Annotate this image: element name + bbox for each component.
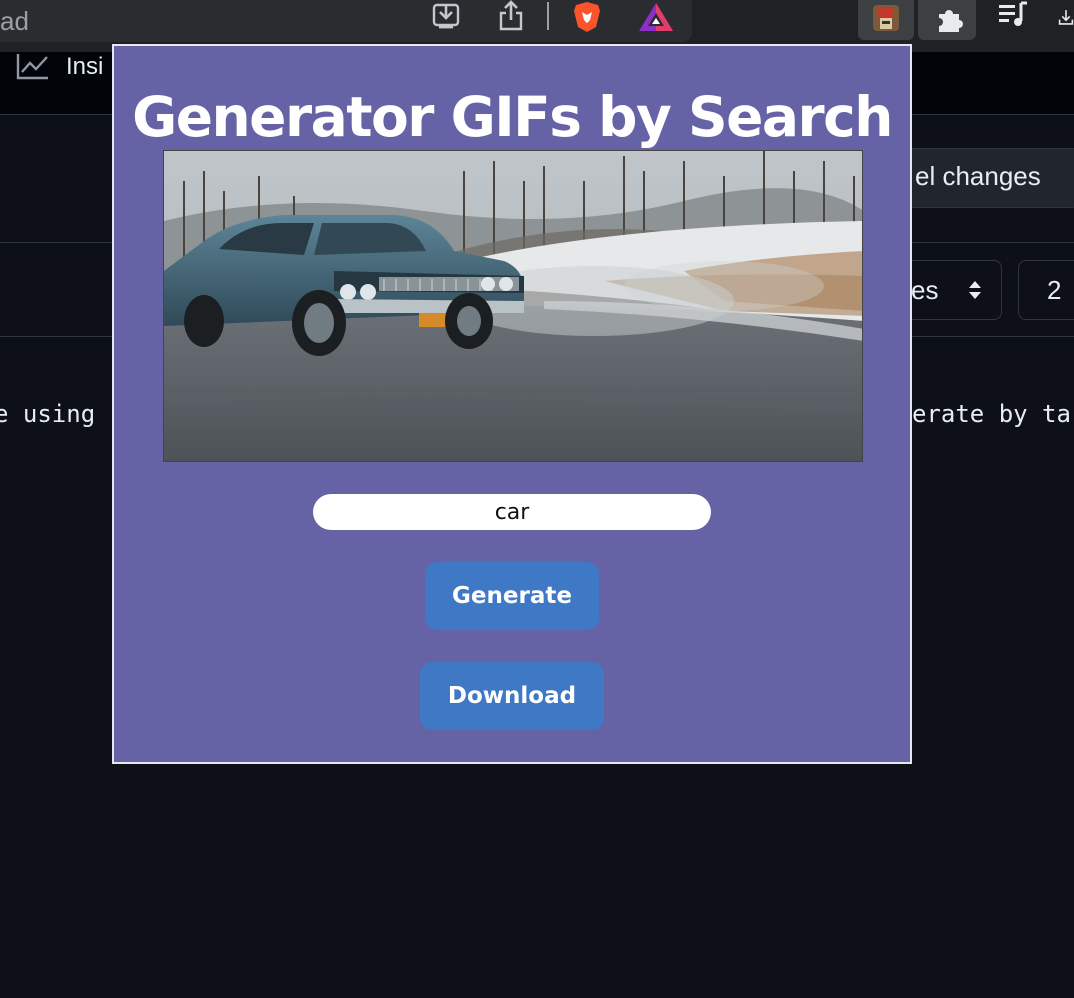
insights-graph-icon: [16, 54, 48, 80]
gif-extension-icon: [870, 2, 902, 34]
share-icon[interactable]: [496, 0, 526, 32]
gif-generator-popup: Generator GIFs by Search car Generate Do…: [112, 44, 912, 764]
popup-title: Generator GIFs by Search: [132, 85, 893, 149]
nav-item-insights[interactable]: Insi: [16, 52, 103, 82]
search-input[interactable]: [313, 494, 711, 530]
toolbar-separator: [547, 2, 549, 30]
address-bar-text: ad: [0, 6, 29, 36]
indent-size-select[interactable]: 2: [1018, 260, 1074, 320]
extensions-button[interactable]: [918, 0, 976, 40]
generate-button[interactable]: Generate: [425, 562, 599, 630]
download-icon[interactable]: [1058, 0, 1074, 34]
nav-item-label: Insi: [66, 53, 104, 80]
indent-size-value: 2: [1047, 275, 1062, 305]
install-icon[interactable]: [430, 0, 462, 32]
media-queue-icon[interactable]: [996, 0, 1030, 30]
code-text-right: erate by ta: [912, 400, 1071, 428]
brave-rewards-icon[interactable]: [638, 0, 674, 34]
download-button[interactable]: Download: [420, 662, 604, 730]
gif-preview-image: [163, 150, 863, 462]
select-updown-icon: [967, 279, 983, 306]
code-text-left: e using F: [0, 400, 125, 428]
address-bar[interactable]: ad: [0, 0, 692, 42]
extensions-puzzle-icon: [933, 3, 965, 35]
select-value: es: [911, 275, 939, 305]
brave-shields-icon[interactable]: [570, 0, 604, 34]
gif-extension-button[interactable]: [858, 0, 914, 40]
